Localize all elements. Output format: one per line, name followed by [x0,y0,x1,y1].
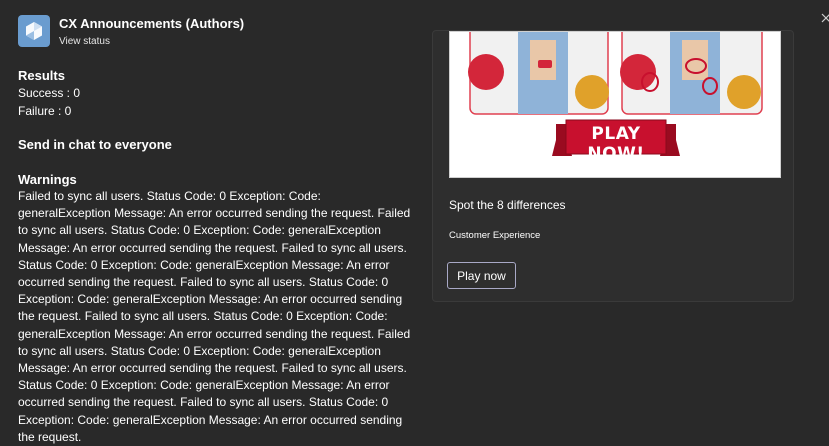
banner-text: PLAY NOW! [587,124,645,164]
card-subtitle: Customer Experience [449,230,541,241]
results-heading: Results [18,68,65,83]
report-panel: Results Success : 0 Failure : 0 Send in … [18,68,414,446]
close-icon[interactable] [821,13,829,23]
announcement-card: PLAY NOW! Spot the 8 differences Custome… [432,30,794,302]
app-title: CX Announcements (Authors) [59,16,245,31]
failure-count: Failure : 0 [18,104,72,118]
app-logo-icon [18,15,50,47]
send-heading: Send in chat to everyone [18,137,172,152]
view-status-link[interactable]: View status [59,35,244,48]
hero-image: PLAY NOW! [449,31,781,178]
success-count: Success : 0 [18,86,81,100]
warnings-heading: Warnings [18,172,77,187]
card-title: Spot the 8 differences [449,198,566,212]
app-header: CX Announcements (Authors) View status [18,15,244,49]
play-now-button[interactable]: Play now [447,262,516,289]
warnings-text: Failed to sync all users. Status Code: 0… [18,189,411,444]
